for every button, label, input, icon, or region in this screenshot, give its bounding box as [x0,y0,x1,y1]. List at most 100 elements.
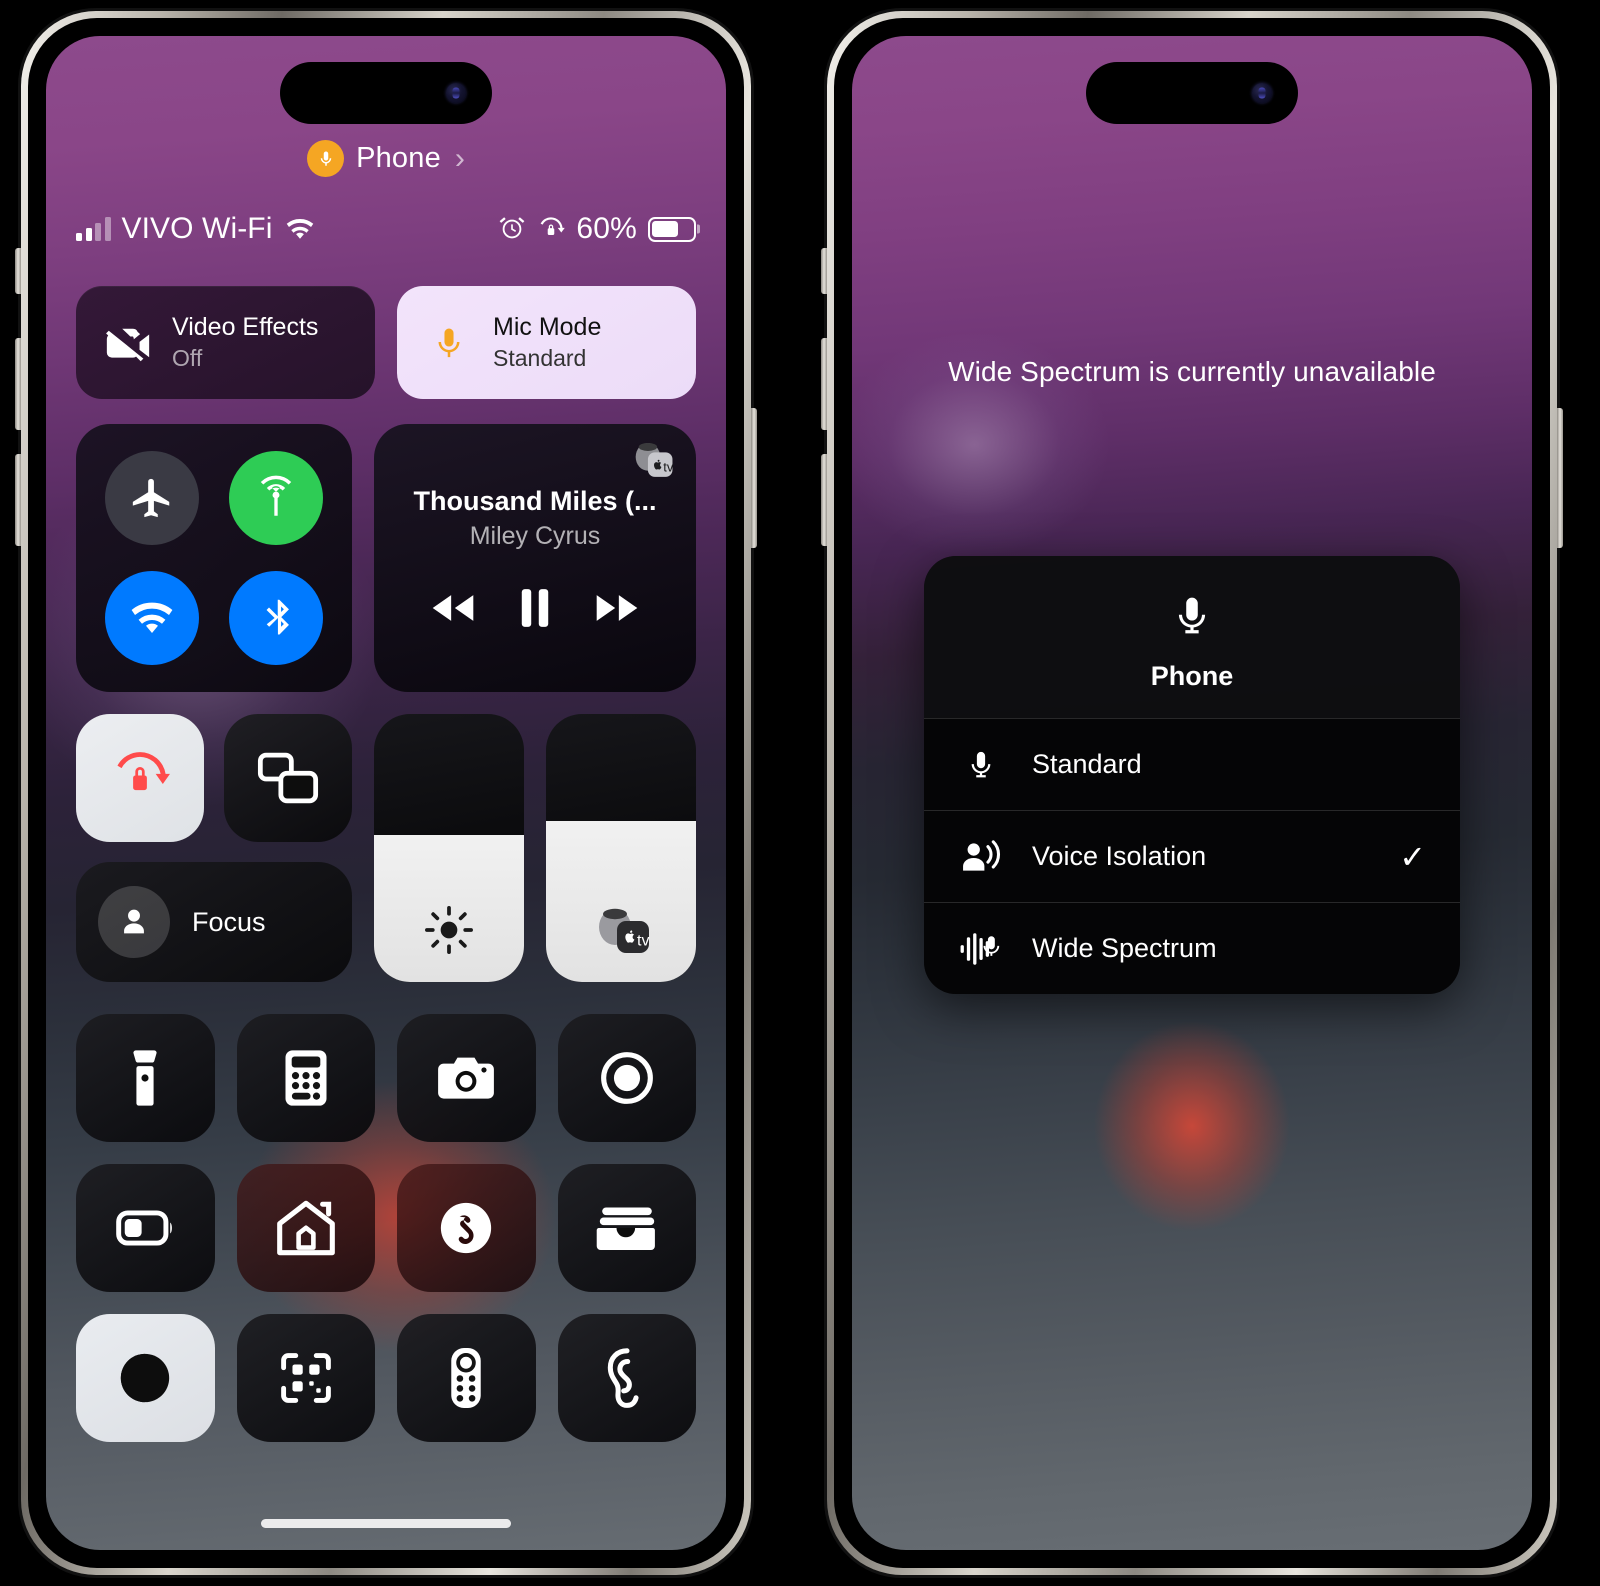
svg-text:tv: tv [663,460,674,475]
home-indicator[interactable] [261,1519,511,1528]
apple-tv-volume-icon: tv [590,903,652,960]
sliders-group: tv [374,714,696,982]
microphone-icon [307,140,345,177]
cellular-antenna-icon [260,475,292,516]
shazam-button[interactable] [397,1164,536,1292]
focus-button[interactable]: Focus [76,862,352,982]
rotation-lock-button[interactable] [76,714,204,842]
video-effects-title: Video Effects [172,312,319,341]
bluetooth-button[interactable] [229,571,323,665]
camera-button[interactable] [397,1014,536,1142]
front-camera-icon [446,83,466,103]
effects-row: Video Effects Off Mic Mode Standard [76,286,696,399]
flashlight-icon [133,1050,157,1106]
right-screen: Wide Spectrum is currently unavailable P… [852,36,1532,1550]
fast-forward-button[interactable] [593,591,641,630]
airplane-icon [132,478,170,518]
play-pause-button[interactable] [518,587,552,634]
mic-mode-option-label: Wide Spectrum [1032,933,1217,963]
screen-mirroring-icon [257,752,319,804]
rotation-lock-icon [540,217,566,235]
power-button[interactable] [751,408,757,548]
cellular-data-button[interactable] [229,451,323,545]
wallet-button[interactable] [557,1164,696,1292]
volume-down-button[interactable] [15,454,21,546]
low-power-mode-button[interactable] [76,1164,215,1292]
controls-left-stack: Focus [76,714,352,982]
battery-percent-label: 60% [576,212,637,245]
hearing-button[interactable] [557,1314,696,1442]
mic-mode-popup-title: Phone [1150,661,1234,691]
screen-record-button[interactable] [557,1014,696,1142]
volume-up-button[interactable] [821,338,827,430]
pause-icon [521,589,549,627]
mic-mode-option-wide-spectrum[interactable]: Wide Spectrum [924,902,1460,994]
screen-mirroring-button[interactable] [224,714,352,842]
mic-mode-popup: Phone Standard Voice Isolation ✓ Wide Sp… [924,556,1460,994]
mute-switch[interactable] [15,248,21,294]
microphone-icon [1171,597,1213,646]
focus-label: Focus [192,906,266,937]
airplane-mode-button[interactable] [105,451,199,545]
now-playing-module[interactable]: tv Thousand Miles (... Miley Cyrus [374,424,696,692]
code-scanner-button[interactable] [236,1314,375,1442]
controls-sliders-row: Focus tv [76,714,696,982]
mic-mode-option-standard[interactable]: Standard [924,718,1460,810]
qr-scanner-icon [280,1353,331,1403]
shortcut-grid [76,1014,696,1442]
flashlight-button[interactable] [76,1014,215,1142]
device-right-iphone: Wide Spectrum is currently unavailable P… [821,8,1563,1578]
mic-mode-option-voice-isolation[interactable]: Voice Isolation ✓ [924,810,1460,902]
home-button[interactable] [236,1164,375,1292]
video-effects-subtitle: Off [172,344,203,371]
wide-spectrum-icon [958,929,1004,969]
battery-low-icon [116,1210,173,1246]
wifi-icon [286,218,313,239]
mic-mode-header-label: Phone [356,142,441,174]
apple-tv-remote-button[interactable] [397,1314,536,1442]
microphone-icon [423,321,475,365]
apple-tv-airplay-icon[interactable]: tv [628,440,674,485]
rewind-icon [432,595,473,621]
playback-controls [394,587,676,634]
volume-slider[interactable]: tv [546,714,696,982]
camera-icon [438,1057,495,1099]
voice-isolation-icon [958,837,1004,877]
calculator-icon [285,1050,327,1106]
now-playing-artist: Miley Cyrus [469,522,601,550]
screen-record-icon [600,1052,653,1104]
wifi-button[interactable] [105,571,199,665]
volume-up-button[interactable] [15,338,21,430]
battery-icon [648,216,696,242]
wifi-icon [131,602,173,633]
mic-mode-option-label: Voice Isolation [1032,841,1207,871]
unavailable-toast: Wide Spectrum is currently unavailable [948,356,1436,387]
left-screen: Phone › VIVO Wi-Fi 60% Video Effects Off… [46,36,726,1550]
person-icon [98,886,170,958]
video-effects-tile[interactable]: Video Effects Off [76,286,375,399]
connectivity-media-row: tv Thousand Miles (... Miley Cyrus [76,424,696,692]
dynamic-island [1086,62,1298,124]
home-icon [276,1200,335,1256]
brightness-slider[interactable] [374,714,524,982]
dark-mode-button[interactable] [76,1314,215,1442]
mic-mode-text: Mic Mode Standard [493,312,601,374]
mic-mode-header[interactable]: Phone › [46,140,726,177]
calculator-button[interactable] [236,1014,375,1142]
mic-mode-popup-header: Phone [924,556,1460,718]
volume-down-button[interactable] [821,454,827,546]
rewind-button[interactable] [429,591,477,630]
rotation-lock-icon [117,752,170,791]
mic-mode-tile[interactable]: Mic Mode Standard [397,286,696,399]
fast-forward-icon [597,595,638,621]
alarm-clock-icon [499,217,525,239]
wallet-icon [596,1207,655,1250]
power-button[interactable] [1557,408,1563,548]
svg-text:tv: tv [637,932,649,949]
dark-mode-icon [121,1353,170,1403]
screenshot-stage: Phone › VIVO Wi-Fi 60% Video Effects Off… [0,0,1600,1586]
mute-switch[interactable] [821,248,827,294]
chevron-right-icon: › [454,141,465,175]
mic-mode-subtitle: Standard [493,344,587,371]
brightness-icon [424,905,474,960]
